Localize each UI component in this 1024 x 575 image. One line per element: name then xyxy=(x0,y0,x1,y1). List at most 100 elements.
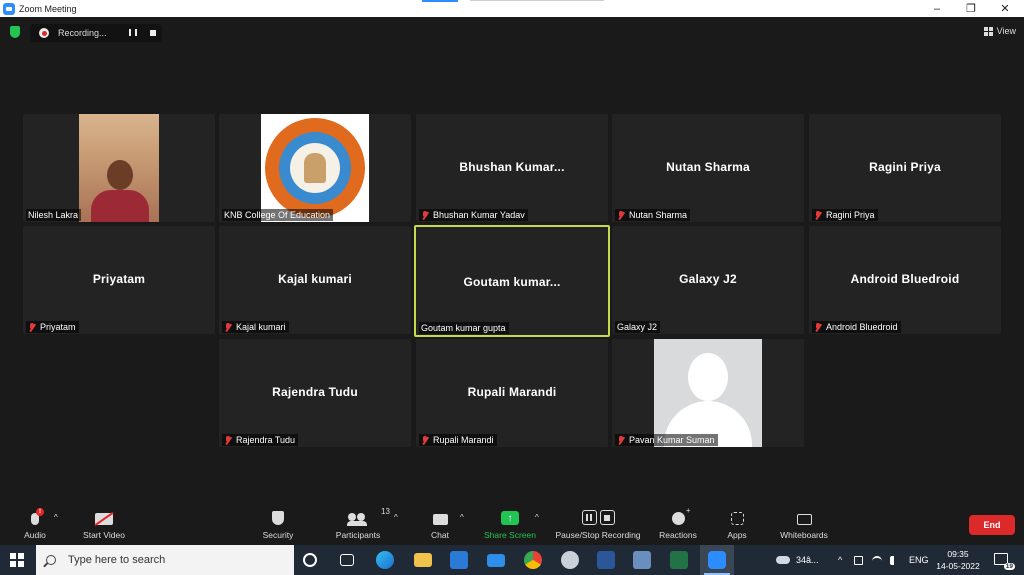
participants-options-chevron-icon[interactable]: ^ xyxy=(394,513,398,522)
tray-chevron-icon[interactable]: ^ xyxy=(838,545,842,575)
chat-options-chevron-icon[interactable]: ^ xyxy=(460,513,464,522)
muted-mic-icon xyxy=(617,210,625,220)
participant-display-name: Galaxy J2 xyxy=(679,272,737,286)
media-app-icon[interactable] xyxy=(633,551,651,569)
edge-browser-icon[interactable] xyxy=(376,551,394,569)
active-speaker-tile[interactable]: Goutam kumar... Goutam kumar gupta xyxy=(414,225,610,337)
participants-label: Participants xyxy=(335,530,381,540)
participant-name-label: Bhushan Kumar Yadav xyxy=(419,209,528,221)
encryption-shield-icon[interactable] xyxy=(10,26,20,38)
microsoft-store-icon[interactable] xyxy=(450,551,468,569)
system-clock[interactable]: 09:35 14-05-2022 xyxy=(934,548,982,572)
meeting-controls: ! Audio ^ Start Video Security 13 Partic… xyxy=(0,503,1024,545)
weather-widget[interactable]: 34â... xyxy=(776,545,819,575)
mail-icon[interactable] xyxy=(487,554,505,567)
title-bar: Zoom Meeting – ❐ ✕ xyxy=(0,0,1024,17)
close-button[interactable]: ✕ xyxy=(988,0,1022,17)
participant-tile[interactable]: Pavan Kumar Suman xyxy=(612,339,804,447)
language-indicator[interactable]: ENG xyxy=(909,545,929,575)
pause-stop-recording-label: Pause/Stop Recording xyxy=(555,530,641,540)
participant-name-label: Ragini Priya xyxy=(812,209,878,221)
word-icon[interactable] xyxy=(597,551,615,569)
participant-name-label: Priyatam xyxy=(26,321,79,333)
notification-center-icon[interactable]: 19 xyxy=(994,553,1015,570)
participant-tile[interactable]: Kajal kumari Kajal kumari xyxy=(219,226,411,334)
chat-label: Chat xyxy=(431,530,449,540)
volume-icon[interactable] xyxy=(890,545,899,575)
pause-recording-icon[interactable] xyxy=(129,29,137,37)
muted-mic-icon xyxy=(814,322,822,332)
whiteboards-label: Whiteboards xyxy=(780,530,828,540)
whiteboards-button[interactable]: Whiteboards xyxy=(776,503,832,545)
participant-name-label: Galaxy J2 xyxy=(615,321,661,333)
reactions-button[interactable]: Reactions xyxy=(656,503,700,545)
window-title: Zoom Meeting xyxy=(19,3,77,14)
participant-tile[interactable]: Bhushan Kumar... Bhushan Kumar Yadav xyxy=(416,114,608,222)
minimize-button[interactable]: – xyxy=(920,0,954,17)
end-meeting-button[interactable]: End xyxy=(969,515,1015,535)
file-explorer-icon[interactable] xyxy=(414,553,432,567)
participant-tile[interactable]: KNB College Of Education xyxy=(219,114,411,222)
apps-button[interactable]: Apps xyxy=(722,503,752,545)
muted-mic-icon xyxy=(617,435,625,445)
task-view-icon[interactable] xyxy=(340,554,354,566)
windows-taskbar: Type here to search 34â... ^ ENG 09:35 1… xyxy=(0,545,1024,575)
alert-badge: ! xyxy=(36,508,44,516)
share-screen-label: Share Screen xyxy=(484,530,536,540)
participant-tile[interactable]: Rajendra Tudu Rajendra Tudu xyxy=(219,339,411,447)
participant-tile[interactable]: Ragini Priya Ragini Priya xyxy=(809,114,1001,222)
security-button[interactable]: Security xyxy=(258,503,298,545)
share-screen-button[interactable]: ↑ Share Screen xyxy=(482,503,538,545)
participant-tile[interactable]: Priyatam Priyatam xyxy=(23,226,215,334)
wifi-icon[interactable] xyxy=(872,545,882,575)
participant-display-name: Rajendra Tudu xyxy=(272,385,358,399)
participants-icon xyxy=(347,513,368,526)
excel-icon[interactable] xyxy=(670,551,688,569)
notification-count: 19 xyxy=(1003,563,1015,570)
pause-stop-recording-button[interactable]: Pause/Stop Recording xyxy=(550,503,646,545)
maximize-button[interactable]: ❐ xyxy=(954,0,988,17)
app-icon[interactable] xyxy=(561,551,579,569)
zoom-logo-icon xyxy=(3,2,15,15)
stop-recording-icon[interactable] xyxy=(150,30,156,36)
search-icon xyxy=(46,555,56,565)
chrome-browser-icon[interactable] xyxy=(524,551,542,569)
cloud-icon xyxy=(776,556,790,564)
audio-label: Audio xyxy=(24,530,46,540)
participant-name-label: Rajendra Tudu xyxy=(222,434,299,446)
participant-tile[interactable]: Android Bluedroid Android Bluedroid xyxy=(809,226,1001,334)
grid-view-icon xyxy=(983,26,993,36)
audio-button[interactable]: ! Audio xyxy=(20,503,50,545)
view-button[interactable]: View xyxy=(983,26,1016,36)
participant-name-label: KNB College Of Education xyxy=(222,209,334,221)
participants-button[interactable]: 13 Participants xyxy=(330,503,390,545)
chat-bubble-icon xyxy=(432,514,448,525)
security-shield-icon xyxy=(272,511,284,525)
zoom-taskbar-icon[interactable] xyxy=(704,551,730,575)
security-label: Security xyxy=(262,530,294,540)
muted-mic-icon xyxy=(421,435,429,445)
participant-tile[interactable]: Nutan Sharma Nutan Sharma xyxy=(612,114,804,222)
taskbar-search[interactable]: Type here to search xyxy=(36,545,294,575)
meeting-top-bar: Recording... View xyxy=(0,17,1024,47)
cortana-icon[interactable] xyxy=(303,553,317,567)
muted-mic-icon xyxy=(28,322,36,332)
windows-start-icon[interactable] xyxy=(10,553,24,567)
audio-options-chevron-icon[interactable]: ^ xyxy=(54,513,58,522)
participant-tile[interactable]: Rupali Marandi Rupali Marandi xyxy=(416,339,608,447)
chat-button[interactable]: Chat xyxy=(424,503,456,545)
top-indicator xyxy=(422,0,458,2)
share-options-chevron-icon[interactable]: ^ xyxy=(535,513,539,522)
microphone-icon: ! xyxy=(31,508,44,525)
participant-video xyxy=(79,114,159,222)
participant-name-label: Goutam kumar gupta xyxy=(419,322,509,334)
participant-display-name: Nutan Sharma xyxy=(666,160,750,174)
network-icon[interactable] xyxy=(854,545,863,575)
start-video-button[interactable]: Start Video xyxy=(78,503,130,545)
reactions-smiley-icon xyxy=(671,506,690,525)
video-off-icon xyxy=(95,513,113,525)
participants-count: 13 xyxy=(381,507,390,516)
participant-tile[interactable]: Nilesh Lakra xyxy=(23,114,215,222)
participant-display-name: Goutam kumar... xyxy=(463,275,561,289)
participant-tile[interactable]: Galaxy J2 Galaxy J2 xyxy=(612,226,804,334)
